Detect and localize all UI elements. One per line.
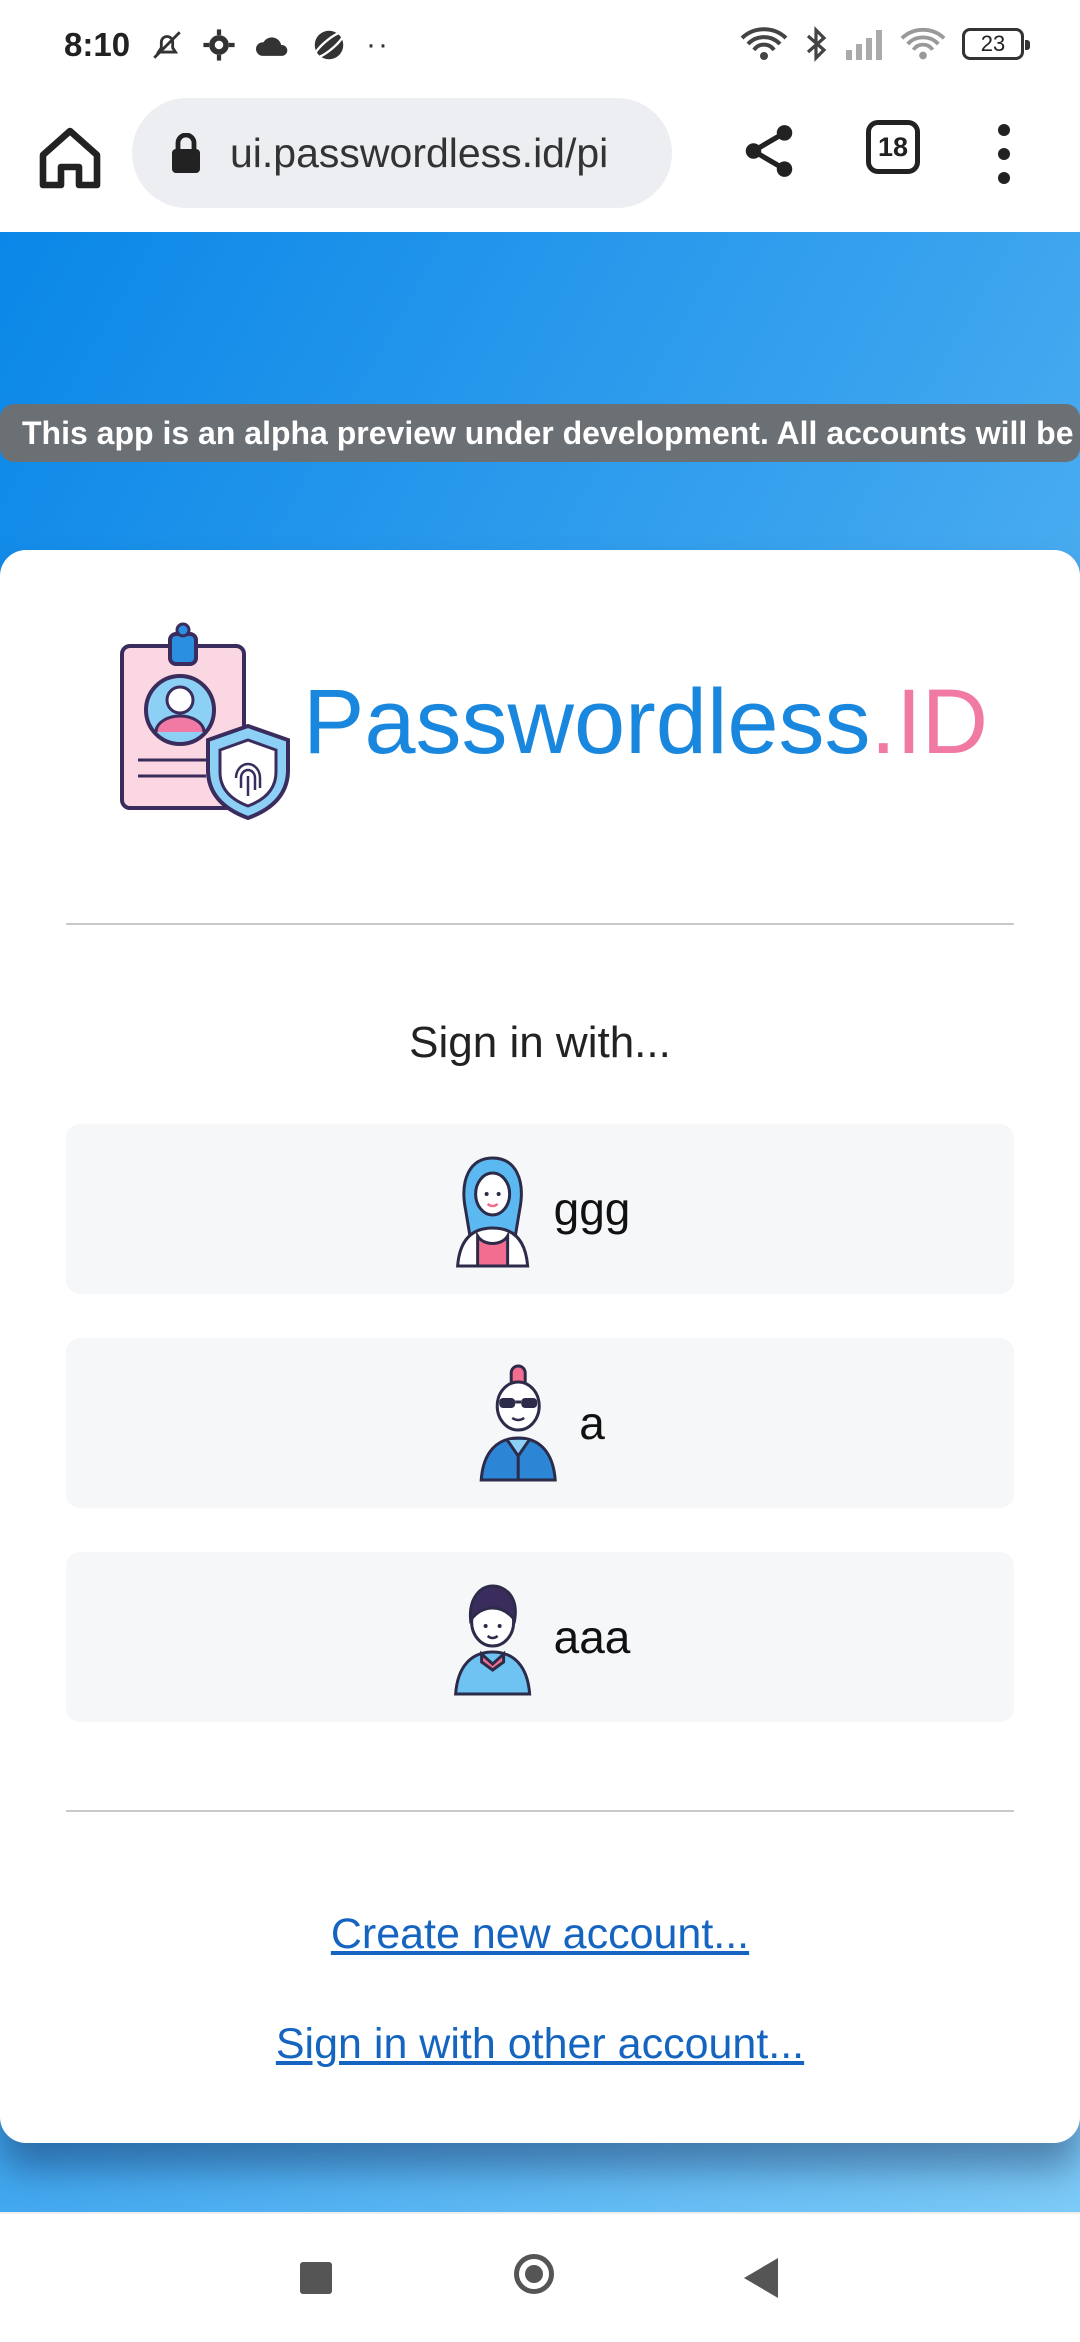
account-name: a (579, 1397, 605, 1449)
create-account-link[interactable]: Create new account... (0, 1910, 1080, 1959)
wifi-secondary-icon (900, 28, 946, 60)
status-time: 8:10 (64, 26, 131, 63)
signal-icon (846, 30, 882, 60)
account-inner: ggg (450, 1124, 631, 1294)
share-icon[interactable] (738, 120, 800, 182)
home-circle-icon[interactable] (514, 2254, 554, 2294)
status-more-dots: ·· (366, 28, 390, 61)
account-button-a[interactable]: a (66, 1338, 1014, 1508)
brand-accent: .ID (870, 671, 989, 773)
address-bar[interactable]: ui.passwordless.id/pi (132, 98, 672, 208)
alpha-banner-text: This app is an alpha preview under devel… (22, 414, 1080, 451)
url-text[interactable]: ui.passwordless.id/pi (230, 130, 608, 177)
account-name: aaa (553, 1611, 631, 1663)
browser-toolbar: ui.passwordless.id/pi 18 (0, 90, 1080, 234)
signin-card: Passwordless.ID Sign in with... ggg a aa… (0, 550, 1080, 2143)
planet-icon (312, 30, 346, 60)
battery-indicator: 23 (962, 28, 1030, 60)
account-inner: a (475, 1338, 605, 1508)
account-name: ggg (553, 1183, 631, 1235)
woman-avatar-icon (456, 1156, 530, 1268)
more-vert-icon[interactable] (984, 124, 1024, 184)
signin-heading: Sign in with... (409, 1018, 671, 1067)
account-button-aaa[interactable]: aaa (66, 1552, 1014, 1722)
bell-off-icon (153, 31, 181, 59)
lock-icon (172, 133, 200, 173)
system-nav-bar (0, 2212, 1080, 2342)
divider-bottom (66, 1810, 1014, 1812)
recents-square-icon[interactable] (300, 2262, 332, 2294)
alpha-banner: This app is an alpha preview under devel… (0, 404, 1080, 462)
wifi-icon (740, 27, 788, 60)
gear-icon (203, 29, 235, 61)
status-left-icons: ·· (150, 26, 390, 64)
brand-logo-text: Passwordless.ID (303, 670, 988, 775)
account-button-ggg[interactable]: ggg (66, 1124, 1014, 1294)
brand-main: Passwordless (303, 671, 871, 773)
home-icon[interactable] (34, 122, 106, 194)
back-triangle-icon[interactable] (744, 2258, 778, 2298)
punk-sunglasses-avatar-icon (479, 1364, 557, 1482)
bluetooth-icon (806, 26, 827, 62)
status-bar: 8:10 ·· 23 (0, 0, 1080, 90)
account-inner: aaa (450, 1552, 631, 1722)
other-account-link[interactable]: Sign in with other account... (0, 2020, 1080, 2069)
cloud-icon (256, 37, 288, 56)
status-right-icons: 23 (740, 26, 1030, 62)
boy-avatar-icon (454, 1584, 532, 1696)
tabs-icon[interactable]: 18 (866, 120, 920, 174)
id-badge-fingerprint-icon (120, 622, 290, 821)
divider-top (66, 923, 1014, 925)
